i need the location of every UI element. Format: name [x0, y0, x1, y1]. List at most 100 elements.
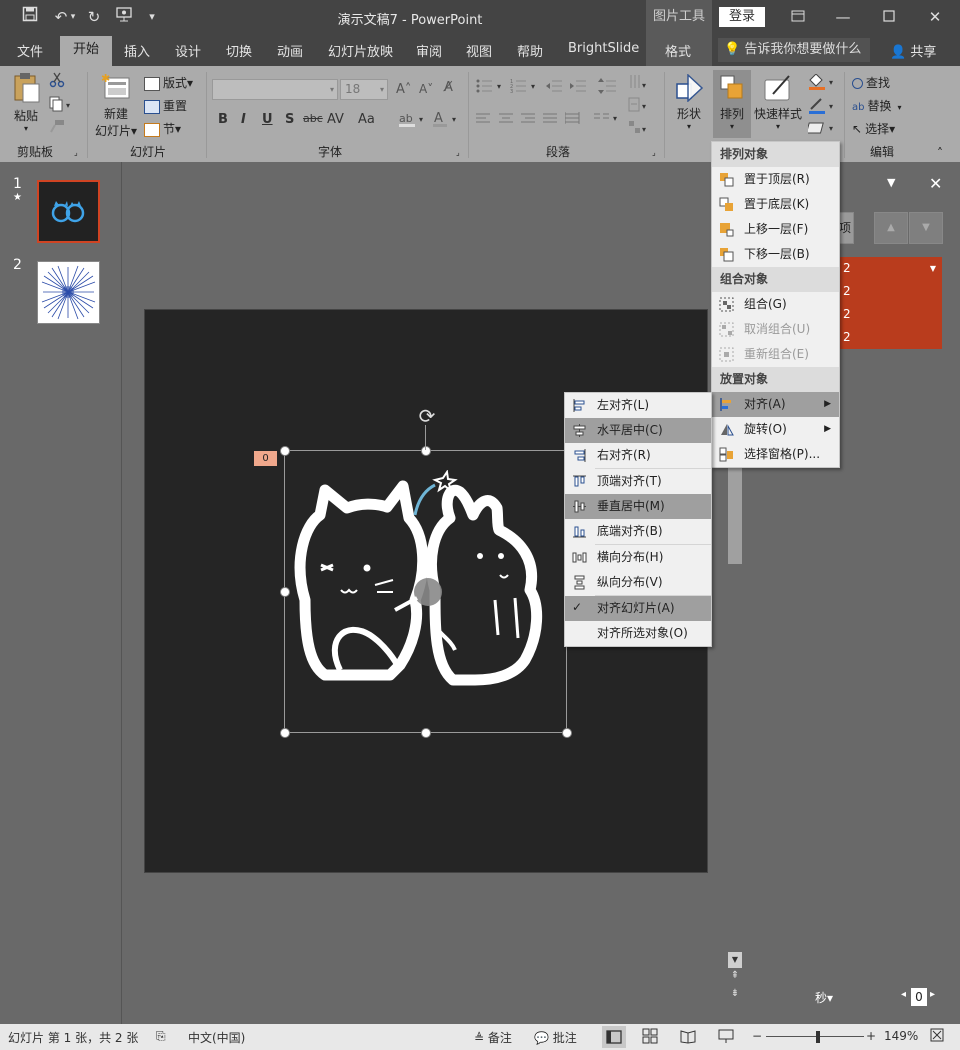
reset-button[interactable]: 重置	[144, 97, 187, 114]
menu-align-to-slide[interactable]: ✓ 对齐幻灯片(A)	[565, 596, 711, 621]
fit-to-window-icon[interactable]	[930, 1028, 944, 1045]
resize-handle-top[interactable]	[421, 446, 431, 456]
zoom-in-button[interactable]: +	[866, 1029, 876, 1043]
play-from-button[interactable]: 项	[838, 212, 854, 244]
login-button[interactable]: 登录	[719, 7, 765, 27]
menu-group[interactable]: 组合(G)	[712, 292, 839, 317]
zoom-level[interactable]: 149%	[884, 1029, 918, 1043]
bold-button[interactable]: B	[218, 112, 228, 127]
align-right-icon[interactable]	[521, 112, 537, 129]
quick-styles-button[interactable]: 快速样式 ▾	[752, 74, 804, 131]
strikethrough-button[interactable]: abc	[303, 112, 323, 125]
start-from-beginning-icon[interactable]	[114, 6, 136, 28]
close-pane-icon[interactable]: ✕	[929, 174, 942, 193]
justify-icon[interactable]	[543, 112, 559, 129]
save-icon[interactable]	[19, 6, 41, 28]
find-button[interactable]: 查找	[852, 74, 890, 91]
share-button[interactable]: 👤 共享	[890, 41, 936, 60]
shape-fill-icon[interactable]: ▾	[808, 73, 836, 93]
next-slide-icon[interactable]: ⇟	[728, 988, 742, 1002]
tab-help[interactable]: 帮助	[517, 41, 543, 60]
tab-transitions[interactable]: 切换	[226, 41, 252, 60]
menu-align-center[interactable]: 水平居中(C)	[565, 418, 711, 443]
animation-item-dropdown-icon[interactable]: ▼	[930, 257, 936, 280]
text-direction-icon[interactable]: ▾	[628, 74, 648, 95]
zoom-out-button[interactable]: −	[752, 1029, 762, 1043]
align-text-icon[interactable]: ▾	[628, 97, 648, 116]
align-left-icon[interactable]	[476, 112, 492, 129]
timing-unit-dropdown[interactable]: 秒▾	[815, 989, 833, 1006]
slideshow-view-icon[interactable]	[718, 1028, 734, 1047]
notes-button[interactable]: ≜ 备注	[474, 1029, 512, 1046]
menu-regroup[interactable]: 重新组合(E)	[712, 342, 839, 367]
format-painter-icon[interactable]	[49, 119, 65, 136]
maximize-icon[interactable]	[875, 4, 903, 30]
columns-icon[interactable]: ▾	[594, 112, 620, 129]
shapes-button[interactable]: 形状 ▾	[670, 73, 708, 131]
menu-align-bottom[interactable]: 底端对齐(B)	[565, 519, 711, 544]
tab-slideshow[interactable]: 幻灯片放映	[328, 41, 393, 60]
menu-align-right[interactable]: 右对齐(R)	[565, 443, 711, 468]
tab-animations[interactable]: 动画	[277, 41, 303, 60]
tab-view[interactable]: 视图	[466, 41, 492, 60]
animation-order-tag[interactable]: 0	[254, 451, 277, 466]
animation-list-item[interactable]: 2	[838, 280, 942, 303]
tab-insert[interactable]: 插入	[124, 41, 150, 60]
zoom-slider-thumb[interactable]	[816, 1031, 820, 1043]
scroll-down-icon[interactable]: ▼	[728, 952, 742, 968]
change-case-button[interactable]: Aa	[358, 112, 375, 127]
bullets-icon[interactable]: ▾	[476, 78, 506, 97]
tell-me-search[interactable]: 💡 告诉我你想要做什么	[718, 38, 870, 62]
timing-value[interactable]: 0	[911, 988, 927, 1006]
resize-handle-bottom-left[interactable]	[280, 728, 290, 738]
line-spacing-icon[interactable]	[598, 78, 624, 97]
animation-list-item[interactable]: 2	[838, 303, 942, 326]
increase-indent-icon[interactable]	[570, 78, 586, 97]
move-up-button[interactable]: ▲	[874, 212, 908, 244]
replace-button[interactable]: ab 替换 ▾	[852, 97, 902, 114]
menu-align-left[interactable]: 左对齐(L)	[565, 393, 711, 418]
tab-file[interactable]: 文件	[17, 41, 43, 60]
menu-send-to-back[interactable]: 置于底层(K)	[712, 192, 839, 217]
decrease-indent-icon[interactable]	[546, 78, 562, 97]
tab-format[interactable]: 格式	[665, 41, 691, 60]
spell-check-icon[interactable]: ⎘	[156, 1029, 166, 1044]
underline-button[interactable]: U	[262, 112, 273, 127]
font-color-icon[interactable]: A ▾	[432, 110, 462, 131]
char-spacing-button[interactable]: AV	[327, 112, 344, 127]
slide-thumbnail-1[interactable]	[37, 180, 100, 243]
language-status[interactable]: 中文(中国)	[188, 1029, 245, 1046]
paste-button[interactable]: 粘贴 ▾	[10, 72, 42, 133]
tab-brightslide[interactable]: BrightSlide	[568, 41, 639, 56]
layout-button[interactable]: 版式▾	[144, 74, 193, 91]
resize-handle-top-left[interactable]	[280, 446, 290, 456]
ribbon-display-options-icon[interactable]	[784, 4, 812, 30]
tab-design[interactable]: 设计	[175, 41, 201, 60]
slide-sorter-view-icon[interactable]	[642, 1028, 658, 1047]
menu-ungroup[interactable]: 取消组合(U)	[712, 317, 839, 342]
numbering-icon[interactable]: 1 2 3 ▾	[510, 78, 540, 97]
slide-thumbnail-2[interactable]	[37, 261, 100, 324]
pane-options-icon[interactable]: ▼	[887, 176, 895, 189]
menu-rotate[interactable]: 旋转(O) ▶	[712, 417, 839, 442]
distributed-icon[interactable]	[564, 112, 581, 129]
cut-icon[interactable]	[49, 72, 65, 91]
scrollbar-thumb[interactable]	[728, 462, 742, 564]
paste-dropdown-icon[interactable]: ▾	[10, 124, 42, 133]
minimize-icon[interactable]: —	[829, 4, 857, 30]
text-shadow-button[interactable]: S	[285, 112, 294, 127]
menu-align-middle[interactable]: 垂直居中(M)	[565, 494, 711, 519]
menu-align-top[interactable]: 顶端对齐(T)	[565, 469, 711, 494]
menu-bring-forward[interactable]: 上移一层(F)	[712, 217, 839, 242]
undo-dropdown-icon[interactable]: ▾	[66, 6, 80, 28]
select-button[interactable]: ↖ 选择▾	[852, 120, 895, 137]
animation-list-item[interactable]: 2 ▼	[838, 257, 942, 280]
timing-decrease-icon[interactable]: ◂	[901, 989, 906, 1000]
increase-font-icon[interactable]: A˄	[396, 82, 411, 97]
decrease-font-icon[interactable]: A˅	[419, 82, 433, 96]
menu-distribute-vertically[interactable]: 纵向分布(V)	[565, 570, 711, 595]
resize-handle-left[interactable]	[280, 587, 290, 597]
italic-button[interactable]: I	[241, 112, 246, 127]
tab-home[interactable]: 开始	[60, 36, 112, 66]
tab-review[interactable]: 审阅	[416, 41, 442, 60]
